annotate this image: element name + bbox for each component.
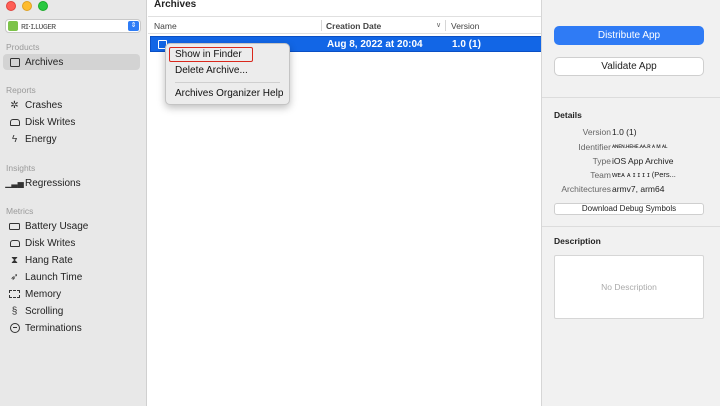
detail-label: Identifier [578,142,611,152]
bolt-icon: ϟ [11,133,18,145]
sidebar: ʀɪ·ɪ.ʟᴜɢᴇʀ ⇕ Products Archives Reports ✲… [0,0,147,406]
sidebar-item-label: Energy [25,133,57,145]
detail-type: Type iOS App Archive [542,156,720,168]
sidebar-item-hang-rate[interactable]: ⧗ Hang Rate [3,252,140,268]
app-name: ʀɪ·ɪ.ʟᴜɢᴇʀ [21,21,56,31]
minimize-window-button[interactable] [22,1,32,11]
column-header-name[interactable]: Name [154,21,177,31]
hourglass-icon: ⧗ [10,254,19,266]
sidebar-item-archives[interactable]: Archives [3,54,140,70]
sidebar-item-regressions[interactable]: ▁▃▅ Regressions [3,175,140,191]
sidebar-item-disk-writes-report[interactable]: Disk Writes [3,114,140,130]
archive-box-icon [8,57,21,67]
detail-architectures: Architectures armv7, arm64 [542,184,720,196]
memory-chip-icon [8,290,21,298]
page-title: Archives [154,0,197,10]
detail-label: Team [590,170,611,180]
sidebar-item-label: Memory [25,288,62,300]
sidebar-item-crashes[interactable]: ✲ Crashes [3,97,140,113]
detail-team: Team ᴡᴇᴀ ᴀ ɪ ɪ ɪ ɪ (Pers... [542,170,720,182]
sidebar-item-scrolling[interactable]: § Scrolling [3,303,140,319]
context-menu: Show in Finder Delete Archive... Archive… [165,43,290,105]
battery-icon [8,222,21,230]
column-header-creation-date[interactable]: Creation Date [326,21,381,31]
crash-burst-icon: ✲ [10,99,19,111]
minus-circle-icon [8,323,21,333]
disk-drive-icon [8,239,21,247]
menu-item-show-in-finder[interactable]: Show in Finder [175,49,242,60]
zoom-window-button[interactable] [38,1,48,11]
close-window-button[interactable] [6,1,16,11]
app-picker[interactable]: ʀɪ·ɪ.ʟᴜɢᴇʀ ⇕ [5,19,141,33]
sort-descending-icon: ∨ [436,22,442,29]
details-heading: Details [554,110,582,120]
detail-value: iOS App Archive [612,156,674,166]
column-divider[interactable] [445,20,446,31]
detail-label: Version [582,127,611,137]
disk-drive-icon [8,118,21,126]
sidebar-item-label: Scrolling [25,305,64,317]
cell-version: 1.0 (1) [452,39,481,50]
app-icon [8,21,18,31]
section-products: Products [6,42,40,52]
description-heading: Description [554,236,601,246]
menu-item-delete-archive[interactable]: Delete Archive... [175,65,248,76]
sidebar-item-label: Disk Writes [25,116,76,128]
detail-value: ᴀɴᴇɴ.ʜᴇʜᴇ.ᴀᴀ.ʀ ᴀ ᴍ ᴀʟ [612,143,668,150]
menu-item-archives-organizer-help[interactable]: Archives Organizer Help [175,88,283,99]
distribute-app-button[interactable]: Distribute App [554,26,704,45]
detail-version: Version 1.0 (1) [542,127,720,139]
window-controls [6,1,48,11]
detail-value: 1.0 (1) [612,127,637,137]
sidebar-item-disk-writes-metric[interactable]: Disk Writes [3,235,140,251]
scroll-icon: § [11,305,18,317]
detail-value: armv7, arm64 [612,184,665,194]
detail-value: ᴡᴇᴀ ᴀ ɪ ɪ ɪ ɪ (Pers... [612,170,676,179]
sidebar-item-label: Disk Writes [25,237,76,249]
detail-label: Architectures [561,184,611,194]
column-header-version[interactable]: Version [451,21,479,31]
sidebar-item-label: Crashes [25,99,63,111]
validate-app-button[interactable]: Validate App [554,57,704,76]
sidebar-item-label: Regressions [25,177,81,189]
table-header: Name Creation Date ∨ Version [148,16,541,34]
sidebar-item-battery-usage[interactable]: Battery Usage [3,218,140,234]
download-debug-symbols-button[interactable]: Download Debug Symbols [554,203,704,215]
description-field[interactable]: No Description [554,255,704,319]
bar-chart-icon: ▁▃▅ [5,178,24,188]
detail-label: Type [592,156,611,166]
inspector-panel: Distribute App Validate App Details Vers… [541,0,720,406]
section-metrics: Metrics [6,206,34,216]
sidebar-item-label: Terminations [25,322,82,334]
sidebar-item-launch-time[interactable]: ➶ Launch Time [3,269,140,285]
divider [542,226,720,227]
sidebar-item-energy[interactable]: ϟ Energy [3,131,140,147]
cell-creation-date: Aug 8, 2022 at 20:04 [327,39,423,50]
section-insights: Insights [6,163,36,173]
sidebar-item-label: Archives [25,56,64,68]
rocket-icon: ➶ [10,271,19,283]
menu-separator [175,82,280,83]
sidebar-item-memory[interactable]: Memory [3,286,140,302]
sidebar-item-label: Battery Usage [25,220,89,232]
description-placeholder: No Description [601,282,657,292]
sidebar-item-label: Hang Rate [25,254,73,266]
section-reports: Reports [6,85,36,95]
column-divider[interactable] [321,20,322,31]
chevron-updown-icon[interactable]: ⇕ [128,21,139,31]
sidebar-item-terminations[interactable]: Terminations [3,320,140,336]
sidebar-item-label: Launch Time [25,271,83,283]
detail-identifier: Identifier ᴀɴᴇɴ.ʜᴇʜᴇ.ᴀᴀ.ʀ ᴀ ᴍ ᴀʟ [542,142,720,154]
divider [542,97,720,98]
